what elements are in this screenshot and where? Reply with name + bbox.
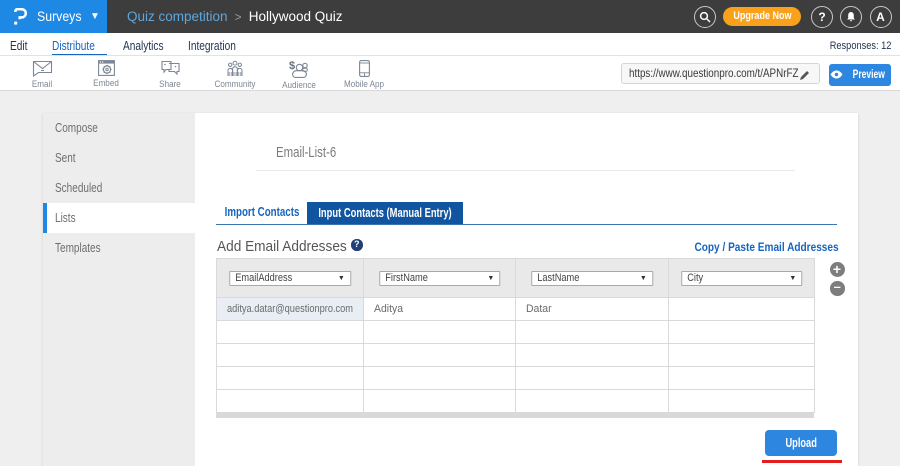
svg-text:$: $ bbox=[289, 60, 295, 72]
